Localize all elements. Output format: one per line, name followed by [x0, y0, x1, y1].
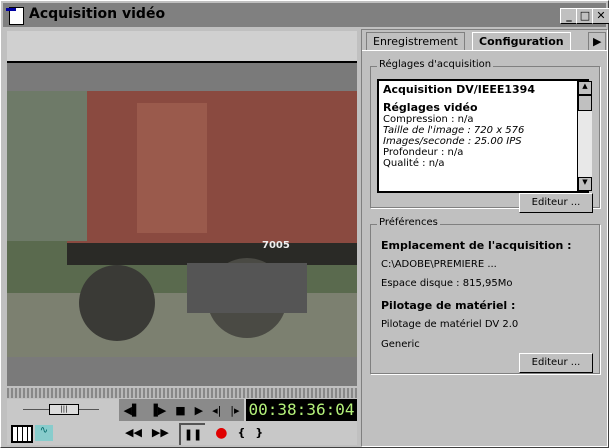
scroll-down-icon[interactable]: ▼: [578, 177, 592, 191]
tab-configuration[interactable]: Configuration: [472, 32, 571, 50]
scroll-up-icon[interactable]: ▲: [578, 81, 592, 95]
capture-path: C:\ADOBE\PREMIERE ...: [381, 259, 497, 270]
fast-forward-button[interactable]: ▶▶: [152, 423, 169, 445]
capture-type-header: Acquisition DV/IEEE1394: [383, 83, 535, 96]
audio-waveform-icon[interactable]: ∿: [35, 425, 53, 441]
controls-row: ||| ◀▌ ▐▶ ■ ▶ ◂| |▸ 00:38:36:04: [7, 399, 357, 421]
depth-value: Profondeur : n/a: [383, 147, 464, 158]
capture-settings-list[interactable]: Acquisition DV/IEEE1394 Réglages vidéo C…: [377, 79, 592, 193]
app-icon: [6, 7, 24, 25]
capture-window: Acquisition vidéo _ □ ✕ 7005 ||| ◀▌ ▐▶ ■…: [0, 0, 609, 448]
device-control-header: Pilotage de matériel :: [381, 299, 516, 312]
preferences-edit-button[interactable]: Editeur ...: [519, 353, 593, 373]
video-frame: 7005: [7, 91, 357, 357]
controls-row-2: ∿ ◀◀ ▶▶ ❚❚ ● { }: [7, 421, 357, 445]
capture-settings-legend: Réglages d'acquisition: [377, 59, 494, 70]
stop-button[interactable]: ■: [175, 404, 185, 417]
capture-location-header: Emplacement de l'acquisition :: [381, 239, 572, 252]
record-button[interactable]: ●: [215, 423, 227, 445]
quality-value: Qualité : n/a: [383, 158, 445, 169]
step-back-button[interactable]: ◀▌: [123, 404, 140, 417]
timecode-display: 00:38:36:04: [246, 399, 357, 421]
scroll-thumb[interactable]: [578, 95, 592, 111]
device-control-value: Pilotage de matériel DV 2.0: [381, 319, 519, 330]
fps-value: Images/seconde : 25.00 IPS: [383, 136, 522, 147]
frame-size-value: Taille de l'image : 720 x 576: [383, 125, 525, 136]
preview-pane: 7005 ||| ◀▌ ▐▶ ■ ▶ ◂| |▸ 00:38:36:04 ∿ ◀…: [7, 31, 357, 445]
timeline-strip[interactable]: [7, 388, 357, 398]
window-title: Acquisition vidéo: [29, 6, 166, 22]
video-settings-header: Réglages vidéo: [383, 101, 478, 114]
title-bar[interactable]: Acquisition vidéo _ □ ✕: [3, 3, 609, 27]
go-in-button[interactable]: ◂|: [212, 404, 221, 417]
tabs-scroll-right[interactable]: ▶: [588, 32, 607, 50]
capture-settings-edit-button[interactable]: Editeur ...: [519, 193, 593, 213]
capture-settings-group: Réglages d'acquisition Acquisition DV/IE…: [370, 59, 600, 213]
rewind-button[interactable]: ◀◀: [125, 423, 142, 445]
preferences-group: Préférences Emplacement de l'acquisition…: [370, 217, 600, 374]
close-button[interactable]: ✕: [592, 8, 609, 24]
mark-in-button[interactable]: {: [238, 423, 246, 445]
step-forward-button[interactable]: ▐▶: [149, 404, 166, 417]
settings-panel: Enregistrement Configuration ▶ Réglages …: [361, 29, 608, 447]
video-preview: 7005: [7, 63, 357, 386]
mark-out-button[interactable]: }: [255, 423, 263, 445]
transport-controls: ◀▌ ▐▶ ■ ▶ ◂| |▸: [119, 399, 244, 421]
go-out-button[interactable]: |▸: [230, 404, 239, 417]
device-model: Generic: [381, 339, 420, 350]
tab-recording[interactable]: Enregistrement: [366, 32, 465, 50]
preview-header: [7, 31, 357, 63]
jog-shuttle[interactable]: |||: [7, 399, 117, 421]
compression-value: Compression : n/a: [383, 114, 474, 125]
scrollbar[interactable]: ▲ ▼: [577, 81, 592, 191]
svg-text:7005: 7005: [262, 240, 290, 251]
pause-button[interactable]: ❚❚: [178, 423, 206, 445]
play-button[interactable]: ▶: [195, 404, 203, 417]
disk-space: Espace disque : 815,95Mo: [381, 278, 513, 289]
video-track-icon[interactable]: [11, 425, 33, 443]
preferences-legend: Préférences: [377, 217, 440, 228]
